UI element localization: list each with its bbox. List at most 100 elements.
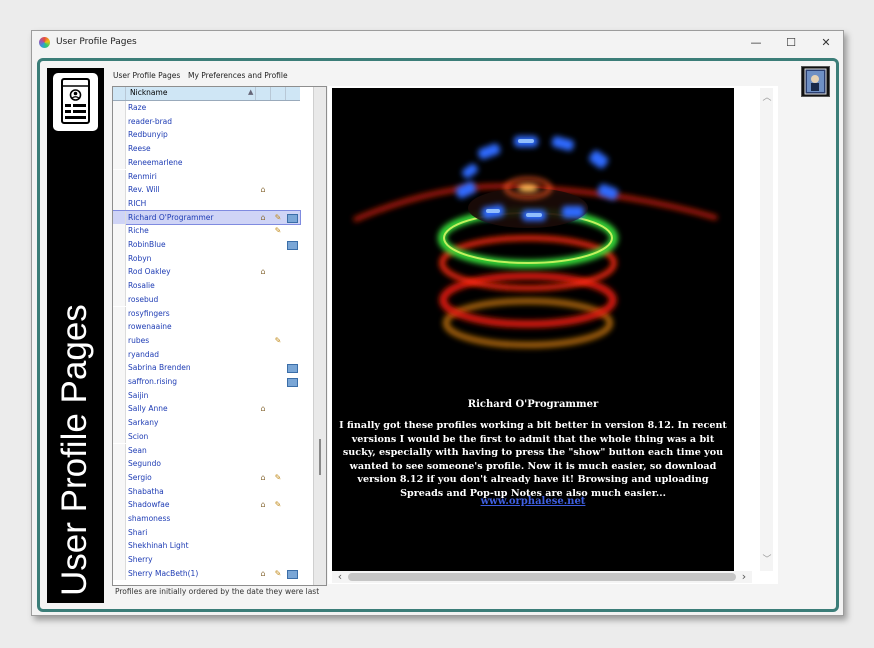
row-margin	[113, 484, 126, 499]
nickname-label: Sabrina Brenden	[128, 363, 191, 373]
scroll-down-icon[interactable]: ﹀	[761, 554, 773, 566]
list-item[interactable]: Raze	[113, 101, 300, 115]
list-item[interactable]: rosebud	[113, 292, 300, 307]
user-avatar[interactable]	[801, 66, 830, 97]
row-margin	[113, 402, 126, 417]
list-item[interactable]: Sally Anne ⌂	[113, 402, 300, 417]
row-margin	[113, 416, 126, 430]
nickname-label: ryandad	[128, 349, 159, 359]
side-banner: User Profile Pages	[47, 68, 104, 603]
row-margin	[113, 320, 126, 334]
row-margin	[113, 128, 126, 143]
list-item[interactable]: Rev. Will ⌂	[113, 183, 300, 197]
list-item[interactable]: Shabatha	[113, 484, 300, 499]
row-margin	[113, 539, 126, 554]
row-margin	[113, 553, 126, 567]
list-item[interactable]: Sergio ⌂ ✎	[113, 470, 300, 485]
horizontal-scroll-thumb[interactable]	[348, 573, 736, 581]
list-item[interactable]: RobinBlue	[113, 238, 300, 252]
list-item[interactable]: Sherry MacBeth(1) ⌂ ✎	[113, 566, 300, 581]
nickname-label: rowenaaine	[128, 322, 172, 332]
profile-view: Richard O'Programmer I finally got these…	[332, 88, 734, 571]
list-item[interactable]: Rod Oakley ⌂	[113, 265, 300, 280]
nickname-label: Reese	[128, 144, 151, 154]
list-item[interactable]: Richard O'Programmer ⌂ ✎	[113, 209, 301, 226]
profile-link[interactable]: www.orphalese.net	[332, 496, 734, 507]
content-vertical-scrollbar[interactable]: ︿ ﹀	[760, 88, 773, 571]
nickname-label: Riche	[128, 226, 149, 236]
pencil-icon: ✎	[274, 226, 282, 236]
home-icon: ⌂	[260, 185, 266, 195]
header-home-cell[interactable]	[256, 87, 271, 100]
nickname-label: reader-brad	[128, 116, 173, 126]
list-item[interactable]: shamoness	[113, 512, 300, 526]
nickname-label: rosyfingers	[128, 308, 170, 318]
row-margin	[113, 279, 126, 293]
nickname-label: shamoness	[128, 514, 171, 523]
note-icon	[287, 378, 298, 387]
list-item[interactable]: Scion	[113, 429, 300, 444]
minimize-button[interactable]: —	[742, 34, 770, 52]
row-margin	[113, 443, 126, 458]
scroll-right-icon[interactable]: ›	[738, 571, 750, 583]
list-item[interactable]: Rosalie	[113, 279, 300, 293]
row-margin	[113, 566, 126, 581]
list-item[interactable]: reader-brad	[113, 114, 300, 129]
list-item[interactable]: Shekhinah Light	[113, 539, 300, 554]
nickname-label: Sherry MacBeth(1)	[128, 568, 199, 578]
list-header[interactable]: Nickname ▲	[113, 87, 300, 101]
nickname-label: rubes	[128, 335, 150, 345]
list-item[interactable]: rubes ✎	[113, 333, 300, 348]
home-icon: ⌂	[260, 500, 266, 510]
status-text: Profiles are initially ordered by the da…	[115, 587, 320, 596]
nickname-label: Shekhinah Light	[128, 541, 189, 551]
row-margin	[113, 169, 126, 184]
list-item[interactable]: Renmiri	[113, 169, 300, 184]
list-item[interactable]: Reneemarlene	[113, 155, 300, 170]
row-margin	[113, 196, 126, 211]
tab-my-preferences[interactable]: My Preferences and Profile	[188, 71, 288, 80]
list-item[interactable]: Shari	[113, 525, 300, 540]
row-margin	[113, 114, 126, 129]
scroll-up-icon[interactable]: ︿	[761, 92, 773, 104]
list-item[interactable]: rowenaaine	[113, 320, 300, 334]
nickname-label: Sean	[128, 445, 147, 455]
nickname-label: Shari	[128, 527, 148, 537]
list-item[interactable]: Sabrina Brenden	[113, 361, 300, 375]
nickname-label: Richard O'Programmer	[128, 212, 214, 222]
profile-card-icon	[53, 73, 98, 131]
list-item[interactable]: rosyfingers	[113, 306, 300, 321]
maximize-button[interactable]: ☐	[777, 34, 805, 52]
header-margin-cell	[113, 87, 126, 100]
list-item[interactable]: Segundo	[113, 457, 300, 471]
list-item[interactable]: Robyn	[113, 251, 300, 266]
header-pencil-cell[interactable]	[271, 87, 286, 100]
profile-content-panel: Richard O'Programmer I finally got these…	[328, 86, 778, 584]
list-item[interactable]: ryandad	[113, 347, 300, 362]
list-item[interactable]: Sarkany	[113, 416, 300, 430]
nickname-label: Shadowfae	[128, 500, 170, 510]
list-item[interactable]: RICH	[113, 196, 300, 211]
list-item[interactable]: Sean	[113, 443, 300, 458]
pencil-icon: ✎	[274, 472, 282, 482]
row-margin	[113, 155, 126, 170]
list-item[interactable]: Reese	[113, 142, 300, 156]
nickname-column-header: Nickname	[130, 88, 168, 97]
home-icon: ⌂	[260, 267, 266, 277]
list-item[interactable]: Redbunyip	[113, 128, 300, 143]
close-button[interactable]: ✕	[812, 34, 840, 52]
list-item[interactable]: Sherry	[113, 553, 300, 567]
scroll-left-icon[interactable]: ‹	[334, 571, 346, 583]
list-item[interactable]: Saijin	[113, 388, 300, 403]
list-item[interactable]: Riche ✎	[113, 224, 300, 238]
pencil-icon: ✎	[274, 568, 282, 578]
list-scrollbar[interactable]	[313, 87, 326, 585]
note-icon	[287, 569, 298, 579]
list-item[interactable]: saffron.rising	[113, 375, 300, 389]
main-frame: User Profile Pages User Profile Pages My…	[37, 58, 839, 612]
pencil-icon: ✎	[274, 335, 282, 345]
list-item[interactable]: Shadowfae ⌂ ✎	[113, 498, 300, 512]
list-scrollbar-thumb[interactable]	[319, 439, 321, 475]
tab-user-profile-pages[interactable]: User Profile Pages	[111, 71, 182, 80]
content-horizontal-scrollbar[interactable]: ‹ ›	[332, 571, 752, 583]
